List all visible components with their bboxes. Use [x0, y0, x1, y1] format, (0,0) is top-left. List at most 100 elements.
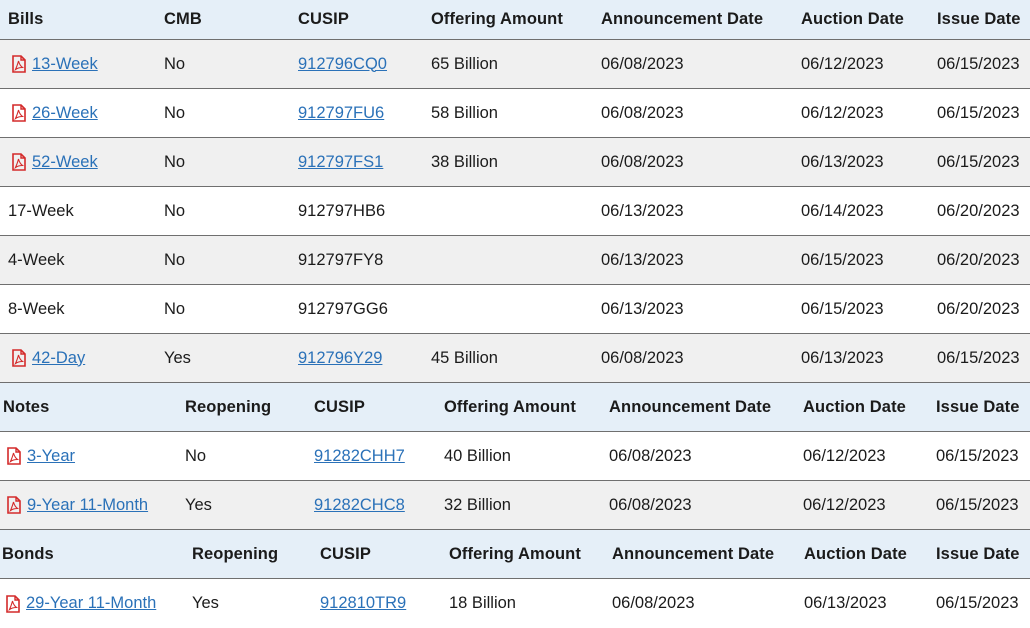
bonds-header-term: Bonds [2, 544, 54, 563]
bills-cmb-flag-text: No [164, 299, 186, 318]
bills-announcement-date-cell: 06/08/2023 [601, 334, 684, 382]
bills-offering-amount-text: 45 Billion [431, 348, 498, 367]
bills-header-cusip: CUSIP [298, 10, 349, 28]
bills-auction-date-text: 06/12/2023 [801, 103, 884, 122]
bonds-term-link[interactable]: 29-Year 11-Month [26, 594, 156, 613]
bills-cmb-flag-cell: No [164, 40, 185, 88]
bonds-auction-date-cell: 06/13/2023 [804, 579, 887, 628]
notes-announcement-date-text: 06/08/2023 [609, 495, 692, 514]
bills-issue-date-text: 06/20/2023 [937, 250, 1020, 269]
bills-auction-date-cell: 06/15/2023 [801, 285, 884, 333]
bills-announcement-date-text: 06/08/2023 [601, 152, 684, 171]
notes-announcement-date-cell: 06/08/2023 [609, 481, 692, 529]
bills-offering-amount-cell: 58 Billion [431, 89, 498, 137]
pdf-icon[interactable] [12, 55, 26, 73]
bills-cmb-flag-cell: No [164, 236, 185, 284]
pdf-icon[interactable] [6, 594, 20, 613]
bonds-header-offering-amount: Offering Amount [449, 544, 581, 563]
cusip-link[interactable]: 912810TR9 [320, 594, 406, 613]
bills-issue-date-cell: 06/15/2023 [937, 89, 1020, 137]
bonds-header-cmb-flag: Reopening [192, 544, 279, 563]
bills-term-link[interactable]: 13-Week [32, 55, 98, 74]
notes-cmb-flag-text: Yes [185, 495, 212, 514]
bills-auction-date-text: 06/14/2023 [801, 201, 884, 220]
bonds-header-auction-date: Auction Date [804, 544, 907, 563]
bills-term-link[interactable]: 52-Week [32, 153, 98, 172]
notes-term-cell: 3-Year [7, 432, 75, 480]
pdf-icon[interactable] [7, 447, 21, 465]
bonds-term-cell: 29-Year 11-Month [6, 579, 156, 628]
bills-cmb-flag-text: No [164, 54, 186, 73]
notes-auction-date-text: 06/12/2023 [803, 495, 886, 514]
notes-header-announcement-date: Announcement Date [609, 397, 772, 416]
pdf-icon[interactable] [12, 104, 26, 122]
cusip-link[interactable]: 91282CHC8 [314, 496, 405, 515]
bills-row: 42-Day Yes 912796Y29 45 Billion 06/08/2023 06… [0, 334, 1030, 383]
notes-term-link[interactable]: 9-Year 11-Month [27, 496, 148, 515]
bills-offering-amount-text: 58 Billion [431, 103, 498, 122]
bills-auction-date-cell: 06/12/2023 [801, 89, 884, 137]
bills-header-term: Bills [8, 10, 44, 28]
bills-cmb-flag-cell: No [164, 285, 185, 333]
notes-issue-date-cell: 06/15/2023 [936, 432, 1019, 480]
bills-offering-amount-cell: 45 Billion [431, 334, 498, 382]
bonds-header-row: Bonds Reopening CUSIP Offering Amount Announ… [0, 530, 1030, 579]
bills-issue-date-cell: 06/20/2023 [937, 285, 1020, 333]
bills-issue-date-cell: 06/15/2023 [937, 138, 1020, 186]
bills-issue-date-cell: 06/15/2023 [937, 334, 1020, 382]
bills-term-cell: 8-Week [8, 285, 65, 333]
bills-cusip-cell: 912797FS1 [298, 138, 383, 186]
pdf-icon[interactable] [12, 153, 26, 171]
notes-cmb-flag-cell: No [185, 432, 206, 480]
bills-offering-amount-cell: 38 Billion [431, 138, 498, 186]
bills-term-cell: 52-Week [12, 138, 98, 186]
cusip-link[interactable]: 912796Y29 [298, 349, 382, 368]
bills-row: 4-Week No 912797FY8 06/13/2023 06/15/2023 06/… [0, 236, 1030, 285]
bills-term-cell: 42-Day [12, 334, 85, 382]
bonds-issue-date-text: 06/15/2023 [936, 594, 1019, 612]
bonds-issue-date-cell: 06/15/2023 [936, 579, 1019, 628]
bills-announcement-date-text: 06/13/2023 [601, 201, 684, 220]
notes-term-link[interactable]: 3-Year [27, 447, 75, 466]
bills-header-announcement-date: Announcement Date [601, 10, 764, 28]
cusip-link[interactable]: 912796CQ0 [298, 55, 387, 74]
bills-cmb-flag-cell: No [164, 187, 185, 235]
bills-auction-date-text: 06/12/2023 [801, 54, 884, 73]
cusip-link[interactable]: 912797FS1 [298, 153, 383, 172]
cusip-link[interactable]: 912797FU6 [298, 104, 384, 123]
bills-auction-date-cell: 06/12/2023 [801, 40, 884, 88]
bills-announcement-date-cell: 06/13/2023 [601, 236, 684, 284]
bills-issue-date-cell: 06/15/2023 [937, 40, 1020, 88]
bills-row: 13-Week No 912796CQ0 65 Billion 06/08/2023 06… [0, 40, 1030, 89]
notes-header-auction-date: Auction Date [803, 397, 906, 416]
bills-auction-date-cell: 06/13/2023 [801, 334, 884, 382]
bills-cusip-cell: 912796Y29 [298, 334, 382, 382]
bills-cmb-flag-cell: No [164, 138, 185, 186]
notes-issue-date-text: 06/15/2023 [936, 495, 1019, 514]
bonds-header-announcement-date: Announcement Date [612, 544, 775, 563]
notes-announcement-date-cell: 06/08/2023 [609, 432, 692, 480]
bills-term-cell: 13-Week [12, 40, 98, 88]
bills-cusip-text: 912797FY8 [298, 250, 384, 269]
bills-row: 26-Week No 912797FU6 58 Billion 06/08/2023 06… [0, 89, 1030, 138]
bonds-auction-date-text: 06/13/2023 [804, 594, 887, 612]
bonds-cmb-flag-text: Yes [192, 594, 219, 612]
pdf-icon[interactable] [7, 496, 21, 514]
bills-issue-date-text: 06/15/2023 [937, 103, 1020, 122]
bills-cmb-flag-text: No [164, 201, 186, 220]
bonds-cusip-cell: 912810TR9 [320, 579, 406, 628]
notes-header-cusip: CUSIP [314, 397, 365, 416]
bills-offering-amount-cell: 65 Billion [431, 40, 498, 88]
bills-term-link[interactable]: 42-Day [32, 349, 85, 368]
cusip-link[interactable]: 91282CHH7 [314, 447, 405, 466]
bills-announcement-date-cell: 06/08/2023 [601, 40, 684, 88]
bills-announcement-date-text: 06/08/2023 [601, 54, 684, 73]
bills-term-link[interactable]: 26-Week [32, 104, 98, 123]
pdf-icon[interactable] [12, 349, 26, 367]
bills-row: 17-Week No 912797HB6 06/13/2023 06/14/2023 06… [0, 187, 1030, 236]
bills-auction-date-text: 06/15/2023 [801, 250, 884, 269]
bonds-announcement-date-cell: 06/08/2023 [612, 579, 695, 628]
notes-auction-date-cell: 06/12/2023 [803, 432, 886, 480]
bills-cmb-flag-text: No [164, 152, 186, 171]
notes-header-row: Notes Reopening CUSIP Offering Amount Announ… [0, 383, 1030, 432]
